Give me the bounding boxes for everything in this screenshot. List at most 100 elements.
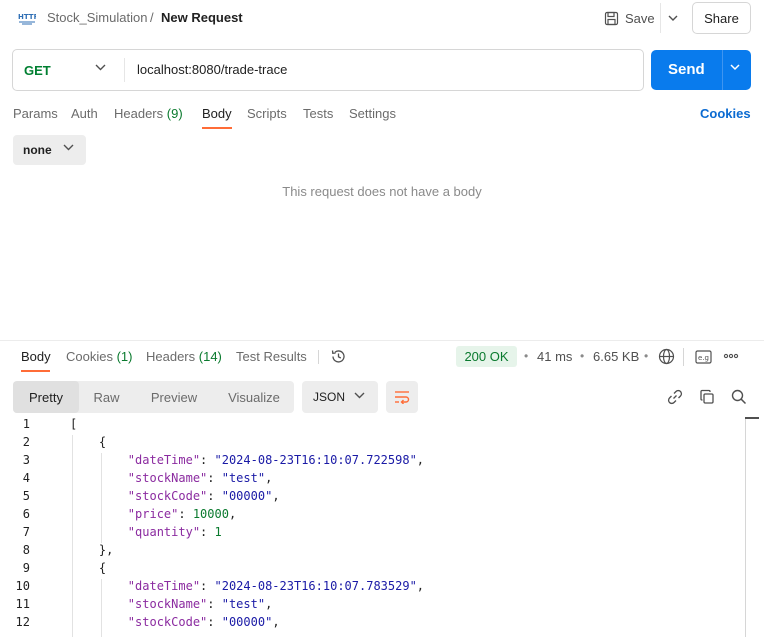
tab-tests[interactable]: Tests <box>303 106 333 121</box>
status-badge[interactable]: 200 OK <box>456 346 517 367</box>
json-key: "quantity" <box>127 525 201 539</box>
share-button[interactable]: Share <box>692 2 751 34</box>
tab-auth[interactable]: Auth <box>71 106 98 121</box>
tab-response-cookies-label: Cookies <box>66 349 113 364</box>
code-line[interactable]: 2 { <box>0 435 745 453</box>
format-select[interactable]: JSON <box>302 381 378 413</box>
wrap-lines-button[interactable] <box>386 381 418 413</box>
code-line[interactable]: 8 }, <box>0 543 745 561</box>
tab-response-cookies-count: (1) <box>116 349 133 364</box>
code-text: }, <box>70 543 113 557</box>
code-text: "quantity": 1 <box>70 525 222 539</box>
method-select[interactable]: GET <box>24 63 51 78</box>
tab-headers[interactable]: Headers (9) <box>114 106 183 121</box>
view-pretty[interactable]: Pretty <box>13 381 79 413</box>
link-icon[interactable] <box>667 389 683 405</box>
json-punctuation: , <box>272 615 280 629</box>
json-punctuation <box>70 507 128 521</box>
tab-params[interactable]: Params <box>13 106 58 121</box>
copy-icon[interactable] <box>699 389 715 405</box>
code-text: "stockCode": "00000", <box>70 615 280 629</box>
code-text: "dateTime": "2024-08-23T16:10:07.783529"… <box>70 579 424 593</box>
meta-dot: • <box>580 349 585 363</box>
view-raw[interactable]: Raw <box>79 381 134 413</box>
response-time[interactable]: 41 ms <box>537 349 572 364</box>
chevron-down-icon[interactable] <box>95 64 106 71</box>
json-punctuation <box>70 471 128 485</box>
code-line[interactable]: 3 "dateTime": "2024-08-23T16:10:07.72259… <box>0 453 745 471</box>
code-line[interactable]: 7 "quantity": 1 <box>0 525 745 543</box>
tab-response-cookies[interactable]: Cookies (1) <box>66 349 132 364</box>
send-button[interactable]: Send <box>651 50 751 90</box>
chevron-down-icon[interactable] <box>729 63 741 71</box>
meta-dot: • <box>524 349 529 363</box>
line-number: 8 <box>22 543 30 557</box>
code-text: "stockName": "test", <box>70 597 273 611</box>
tab-response-body[interactable]: Body <box>21 349 51 364</box>
json-string: "00000" <box>221 489 273 503</box>
tab-scripts[interactable]: Scripts <box>247 106 287 121</box>
response-divider[interactable] <box>0 340 764 341</box>
url-input[interactable]: localhost:8080/trade-trace <box>137 62 287 77</box>
json-punctuation: : <box>207 615 222 629</box>
code-text: [ <box>70 417 77 431</box>
tab-headers-label: Headers <box>114 106 164 121</box>
breadcrumb-collection[interactable]: Stock_Simulation <box>47 10 147 25</box>
json-punctuation: : <box>178 507 193 521</box>
code-text: { <box>70 561 106 575</box>
code-text: "stockCode": "00000", <box>70 489 280 503</box>
more-icon[interactable] <box>723 353 739 359</box>
view-visualize[interactable]: Visualize <box>214 381 294 413</box>
json-punctuation: : <box>200 579 215 593</box>
code-line[interactable]: 5 "stockCode": "00000", <box>0 489 745 507</box>
line-number: 5 <box>22 489 30 503</box>
line-number: 7 <box>22 525 30 539</box>
json-punctuation: , <box>272 489 280 503</box>
response-size[interactable]: 6.65 KB <box>593 349 639 364</box>
json-number: 1 <box>214 525 222 539</box>
json-punctuation: { <box>70 561 107 575</box>
tab-test-results[interactable]: Test Results <box>236 349 307 364</box>
example-icon[interactable]: e.g <box>695 350 712 364</box>
save-button[interactable]: Save <box>596 3 658 33</box>
tab-response-headers[interactable]: Headers (14) <box>146 349 222 364</box>
history-icon[interactable] <box>330 348 347 365</box>
cookies-link[interactable]: Cookies <box>700 106 751 121</box>
json-punctuation: : <box>207 489 222 503</box>
code-text: "dateTime": "2024-08-23T16:10:07.722598"… <box>70 453 424 467</box>
meta-separator <box>683 348 684 366</box>
code-line[interactable]: 10 "dateTime": "2024-08-23T16:10:07.7835… <box>0 579 745 597</box>
json-string: "2024-08-23T16:10:07.783529" <box>214 579 417 593</box>
json-number: 10000 <box>192 507 229 521</box>
code-line[interactable]: 4 "stockName": "test", <box>0 471 745 489</box>
json-punctuation: : <box>207 471 222 485</box>
chevron-down-icon <box>354 392 365 399</box>
json-punctuation <box>70 597 128 611</box>
save-options-button[interactable] <box>660 3 684 33</box>
search-icon[interactable] <box>731 389 747 405</box>
view-preview[interactable]: Preview <box>134 381 214 413</box>
json-key: "stockCode" <box>127 489 208 503</box>
svg-text:HTTP: HTTP <box>18 13 36 21</box>
code-line[interactable]: 12 "stockCode": "00000", <box>0 615 745 633</box>
tab-body[interactable]: Body <box>202 106 232 121</box>
json-punctuation <box>70 615 128 629</box>
view-mode-segment: Pretty Raw Preview Visualize <box>13 381 294 413</box>
page-title[interactable]: New Request <box>161 10 243 25</box>
response-editor[interactable]: 1[2 {3 "dateTime": "2024-08-23T16:10:07.… <box>0 417 764 637</box>
code-line[interactable]: 1[ <box>0 417 745 435</box>
globe-icon[interactable] <box>658 348 675 365</box>
line-number: 2 <box>22 435 30 449</box>
tab-settings[interactable]: Settings <box>349 106 396 121</box>
code-line[interactable]: 11 "stockName": "test", <box>0 597 745 615</box>
code-line[interactable]: 9 { <box>0 561 745 579</box>
line-number: 11 <box>15 597 30 611</box>
tab-response-headers-label: Headers <box>146 349 196 364</box>
editor-scrollbar[interactable] <box>745 417 746 637</box>
body-type-select[interactable]: none <box>13 135 86 165</box>
json-punctuation: : <box>200 525 215 539</box>
code-line[interactable]: 6 "price": 10000, <box>0 507 745 525</box>
scrollbar-thumb[interactable] <box>745 417 759 419</box>
json-punctuation: [ <box>70 417 78 431</box>
active-tab-indicator <box>202 127 232 129</box>
